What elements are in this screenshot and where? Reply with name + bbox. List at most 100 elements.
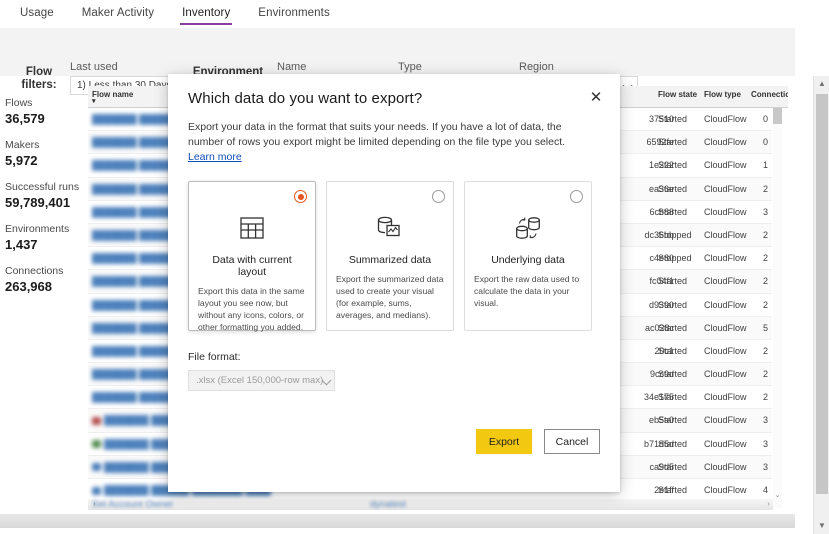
dialog-description-text: Export your data in the format that suit…: [188, 121, 566, 148]
cell-flow-type: CloudFlow: [704, 276, 747, 287]
kpi-makers-value: 5,972: [5, 153, 38, 168]
radio-data-with-current-layout[interactable]: [294, 190, 307, 203]
flow-app-icon: [92, 440, 101, 449]
export-dialog: Which data do you want to export? ✕ Expo…: [168, 74, 620, 492]
page-scroll-down-icon[interactable]: ▼: [814, 518, 829, 534]
cell-connections: 2: [762, 276, 768, 287]
database-sync-icon: [474, 208, 582, 248]
table-vertical-scrollbar[interactable]: [773, 108, 782, 508]
cell-flow-state: Started: [658, 392, 688, 403]
kpi-successful-runs-value: 59,789,401: [5, 195, 71, 210]
cell-flow-type: CloudFlow: [704, 345, 747, 356]
kpi-flows: Flows 36,579: [5, 96, 83, 127]
top-tab-bar: Usage Maker Activity Inventory Environme…: [0, 0, 829, 28]
cell-flow-type: CloudFlow: [704, 392, 747, 403]
option-description-data-with-current-layout: Export this data in the same layout you …: [198, 286, 305, 332]
kpi-successful-runs: Successful runs 59,789,401: [5, 180, 83, 211]
cell-flow-type: CloudFlow: [704, 438, 747, 449]
tab-usage[interactable]: Usage: [6, 4, 68, 25]
column-header-connections-label: Connections: [751, 90, 788, 99]
cell-flow-type: CloudFlow: [704, 415, 747, 426]
flow-app-icon: [92, 486, 101, 495]
cell-flow-state: Started: [658, 322, 688, 333]
cell-flow-type: CloudFlow: [704, 369, 747, 380]
cell-connections: 1: [762, 160, 768, 171]
cell-flow-state: Started: [658, 438, 688, 449]
kpi-sidebar: Flows 36,579 Makers 5,972 Successful run…: [5, 96, 83, 306]
filter-region-caption: Region: [519, 61, 554, 73]
cell-flow-type: CloudFlow: [704, 299, 747, 310]
option-card-summarized-data[interactable]: Summarized data Export the summarized da…: [326, 181, 454, 331]
option-description-underlying-data: Export the raw data used to calculate th…: [474, 274, 580, 308]
kpi-environments: Environments 1,437: [5, 222, 83, 253]
radio-summarized-data[interactable]: [432, 190, 445, 203]
option-title-underlying-data: Underlying data: [491, 254, 565, 266]
learn-more-link[interactable]: Learn more: [188, 151, 242, 163]
cell-flow-state: Started: [658, 160, 688, 171]
option-card-underlying-data[interactable]: Underlying data Export the raw data used…: [464, 181, 592, 331]
cell-connections: 2: [762, 392, 768, 403]
cell-connections: 5: [762, 322, 768, 333]
filter-strip: Flow filters: Environment filters: Last …: [0, 28, 795, 95]
export-button[interactable]: Export: [476, 429, 532, 454]
column-header-flow-name-label: Flow name: [92, 90, 134, 99]
cell-connections: 4: [762, 485, 768, 495]
tab-environments[interactable]: Environments: [244, 4, 344, 25]
cell-flow-state: Started: [658, 415, 688, 426]
kpi-connections: Connections 263,968: [5, 264, 83, 295]
cell-flow-type: CloudFlow: [704, 183, 747, 194]
cell-flow-state: Stopped: [658, 253, 692, 264]
file-format-value: .xlsx (Excel 150,000-row max): [196, 375, 324, 386]
dialog-description: Export your data in the format that suit…: [188, 120, 592, 165]
bottom-scroll-strip[interactable]: [0, 514, 795, 528]
tab-inventory[interactable]: Inventory: [168, 4, 244, 25]
database-chart-icon: [336, 208, 444, 248]
option-title-summarized-data: Summarized data: [348, 254, 432, 266]
cell-flow-state: Started: [658, 461, 688, 472]
cell-connections: 3: [762, 415, 768, 426]
kpi-environments-value: 1,437: [5, 237, 38, 252]
table-grid-icon: [198, 208, 306, 248]
cell-flow-state: Started: [658, 114, 688, 124]
tab-maker-activity-label: Maker Activity: [81, 6, 155, 19]
cell-connections: 2: [762, 369, 768, 380]
radio-underlying-data[interactable]: [570, 190, 583, 203]
tab-maker-activity[interactable]: Maker Activity: [68, 4, 168, 25]
close-icon[interactable]: ✕: [586, 88, 606, 108]
column-header-flow-state[interactable]: Flow state: [658, 90, 697, 99]
cell-flow-state: Started: [658, 137, 688, 148]
option-card-data-with-current-layout[interactable]: Data with current layout Export this dat…: [188, 181, 316, 332]
cell-connections: 2: [762, 253, 768, 264]
page-scrollbar[interactable]: ▲ ▼: [813, 76, 829, 534]
page-scroll-up-icon[interactable]: ▲: [814, 76, 829, 92]
cell-flow-type: CloudFlow: [704, 160, 747, 171]
column-header-connections[interactable]: Connections ^: [751, 90, 788, 99]
cancel-button[interactable]: Cancel: [544, 429, 600, 454]
column-header-flow-type[interactable]: Flow type: [704, 90, 741, 99]
kpi-connections-value: 263,968: [5, 279, 52, 294]
cell-connections: 0: [762, 114, 768, 124]
cell-flow-state: Started: [658, 183, 688, 194]
cell-connections: 2: [762, 345, 768, 356]
page-scroll-thumb[interactable]: [816, 94, 828, 494]
sort-caret-icon: ▾: [92, 98, 96, 105]
cell-flow-type: CloudFlow: [704, 253, 747, 264]
column-header-flow-name[interactable]: Flow name ▾: [92, 90, 134, 105]
kpi-successful-runs-label: Successful runs: [5, 181, 80, 193]
export-option-cards: Data with current layout Export this dat…: [188, 181, 600, 332]
tab-environments-label: Environments: [258, 6, 330, 19]
partial-row-environment: dynatest: [370, 499, 406, 510]
table-row-partial: Set Account Owner dynatest: [88, 498, 788, 514]
option-title-data-with-current-layout: Data with current layout: [212, 254, 292, 278]
file-format-dropdown[interactable]: .xlsx (Excel 150,000-row max): [188, 370, 335, 391]
cell-flow-type: CloudFlow: [704, 322, 747, 333]
flow-app-icon: [92, 417, 101, 426]
cell-connections: 0: [762, 137, 768, 148]
cell-flow-state: Started: [658, 299, 688, 310]
app-root: Usage Maker Activity Inventory Environme…: [0, 0, 829, 534]
cell-flow-type: CloudFlow: [704, 206, 747, 217]
cell-flow-state: Started: [658, 485, 688, 495]
kpi-makers-label: Makers: [5, 139, 40, 151]
table-scroll-thumb[interactable]: [773, 108, 782, 124]
cell-connections: 3: [762, 206, 768, 217]
